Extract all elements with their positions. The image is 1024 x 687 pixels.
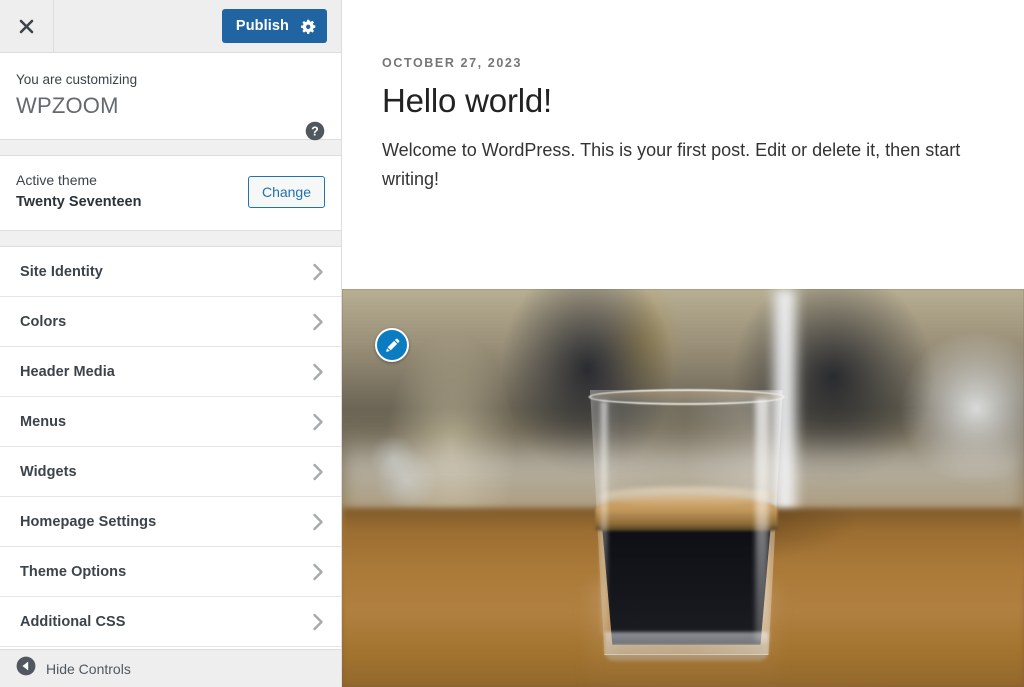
pencil-edit-icon[interactable]	[375, 328, 409, 362]
post-excerpt: Welcome to WordPress. This is your first…	[382, 139, 961, 190]
section-label: Additional CSS	[20, 613, 126, 630]
preview-post-block: OCTOBER 27, 2023 Hello world! Welcome to…	[342, 0, 1024, 289]
close-customizer-button[interactable]	[0, 0, 54, 52]
customizer-screen: Publish You are customizing WPZOOM ? Act…	[0, 0, 1024, 687]
header-spacer	[54, 0, 222, 52]
sidebar-section-theme-options[interactable]: Theme Options	[0, 547, 341, 598]
publish-button-label: Publish	[235, 18, 289, 34]
section-spacer-lower	[0, 231, 341, 248]
chevron-right-icon	[312, 362, 325, 382]
coffee-glass	[584, 389, 789, 661]
hide-controls-label: Hide Controls	[46, 660, 131, 677]
coffee-glass-base	[604, 631, 769, 661]
site-title: WPZOOM	[16, 92, 119, 118]
sidebar-section-header-media[interactable]: Header Media	[0, 347, 341, 398]
customizer-sidebar: Publish You are customizing WPZOOM ? Act…	[0, 0, 342, 687]
section-label: Widgets	[20, 463, 77, 480]
sidebar-section-menus[interactable]: Menus	[0, 397, 341, 448]
sidebar-section-site-identity[interactable]: Site Identity	[0, 247, 341, 298]
coffee-glass-rim	[588, 389, 785, 406]
chevron-right-icon	[312, 562, 325, 582]
sidebar-section-homepage-settings[interactable]: Homepage Settings	[0, 497, 341, 548]
svg-text:?: ?	[311, 125, 319, 139]
sidebar-section-colors[interactable]: Colors	[0, 297, 341, 348]
header-image	[342, 289, 1024, 687]
gear-icon[interactable]	[289, 9, 327, 43]
chevron-right-icon	[312, 612, 325, 632]
chevron-right-icon	[312, 462, 325, 482]
active-theme-block: Active theme Twenty Seventeen Change	[0, 156, 341, 232]
section-label: Homepage Settings	[20, 513, 157, 530]
section-label: Site Identity	[20, 263, 103, 280]
publish-actions: Publish	[221, 0, 341, 52]
close-x-icon	[18, 18, 35, 35]
coffee-glass-highlight-right	[755, 398, 769, 643]
chevron-right-icon	[312, 412, 325, 432]
section-label: Theme Options	[20, 563, 127, 580]
customizer-section-list: Site Identity Colors Header Media Menus Widg…	[0, 247, 341, 649]
section-label: Colors	[20, 313, 67, 330]
coffee-glass-highlight-left	[600, 401, 608, 635]
collapse-left-arrow-icon	[16, 656, 36, 681]
active-theme-text: Active theme Twenty Seventeen	[16, 170, 141, 214]
customizing-info-panel: You are customizing WPZOOM ?	[0, 53, 341, 141]
section-label: Header Media	[20, 363, 115, 380]
coffee-liquid	[601, 522, 772, 645]
help-circle-icon[interactable]: ?	[305, 121, 325, 146]
chevron-right-icon	[312, 512, 325, 532]
post-date: OCTOBER 27, 2023	[382, 56, 523, 70]
change-theme-button[interactable]: Change	[247, 176, 325, 209]
section-label: Menus	[20, 413, 67, 430]
site-preview-frame: OCTOBER 27, 2023 Hello world! Welcome to…	[342, 0, 1024, 687]
section-spacer-upper	[0, 140, 341, 157]
sidebar-section-widgets[interactable]: Widgets	[0, 447, 341, 498]
chevron-right-icon	[312, 312, 325, 332]
customizer-header-bar: Publish	[0, 0, 341, 53]
post-title[interactable]: Hello world!	[382, 81, 982, 121]
customizing-label: You are customizing	[16, 72, 138, 87]
chevron-right-icon	[312, 262, 325, 282]
coffee-crema-foam	[598, 487, 775, 506]
active-theme-kicker: Active theme	[16, 172, 97, 189]
hide-controls-button[interactable]: Hide Controls	[0, 649, 341, 687]
sidebar-section-additional-css[interactable]: Additional CSS	[0, 597, 341, 648]
publish-button[interactable]: Publish	[221, 9, 327, 43]
active-theme-name: Twenty Seventeen	[16, 194, 142, 211]
